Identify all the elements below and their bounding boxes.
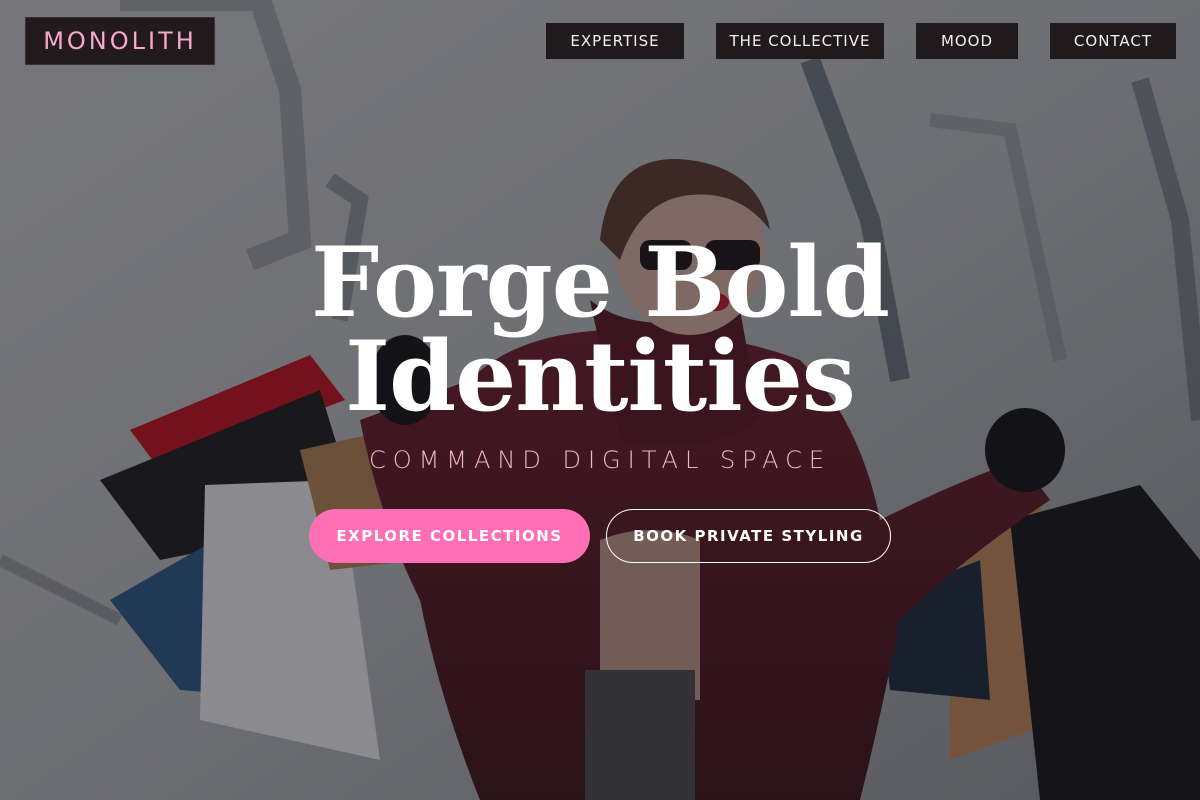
explore-collections-button[interactable]: EXPLORE COLLECTIONS — [309, 509, 590, 563]
hero-headline: Forge Bold Identities — [300, 226, 900, 433]
hero-tagline: COMMAND DIGITAL SPACE — [368, 446, 832, 474]
book-private-styling-button[interactable]: BOOK PRIVATE STYLING — [606, 509, 891, 563]
brand-logo[interactable]: MONOLITH — [25, 17, 215, 65]
nav-item-expertise[interactable]: EXPERTISE — [546, 23, 684, 59]
hero-headline-line-2: Identities — [345, 320, 856, 433]
nav-item-contact[interactable]: CONTACT — [1050, 23, 1176, 59]
nav-item-mood[interactable]: MOOD — [916, 23, 1018, 59]
nav-item-the-collective[interactable]: THE COLLECTIVE — [716, 23, 884, 59]
hero-headline-line-1: Forge Bold — [311, 226, 890, 339]
